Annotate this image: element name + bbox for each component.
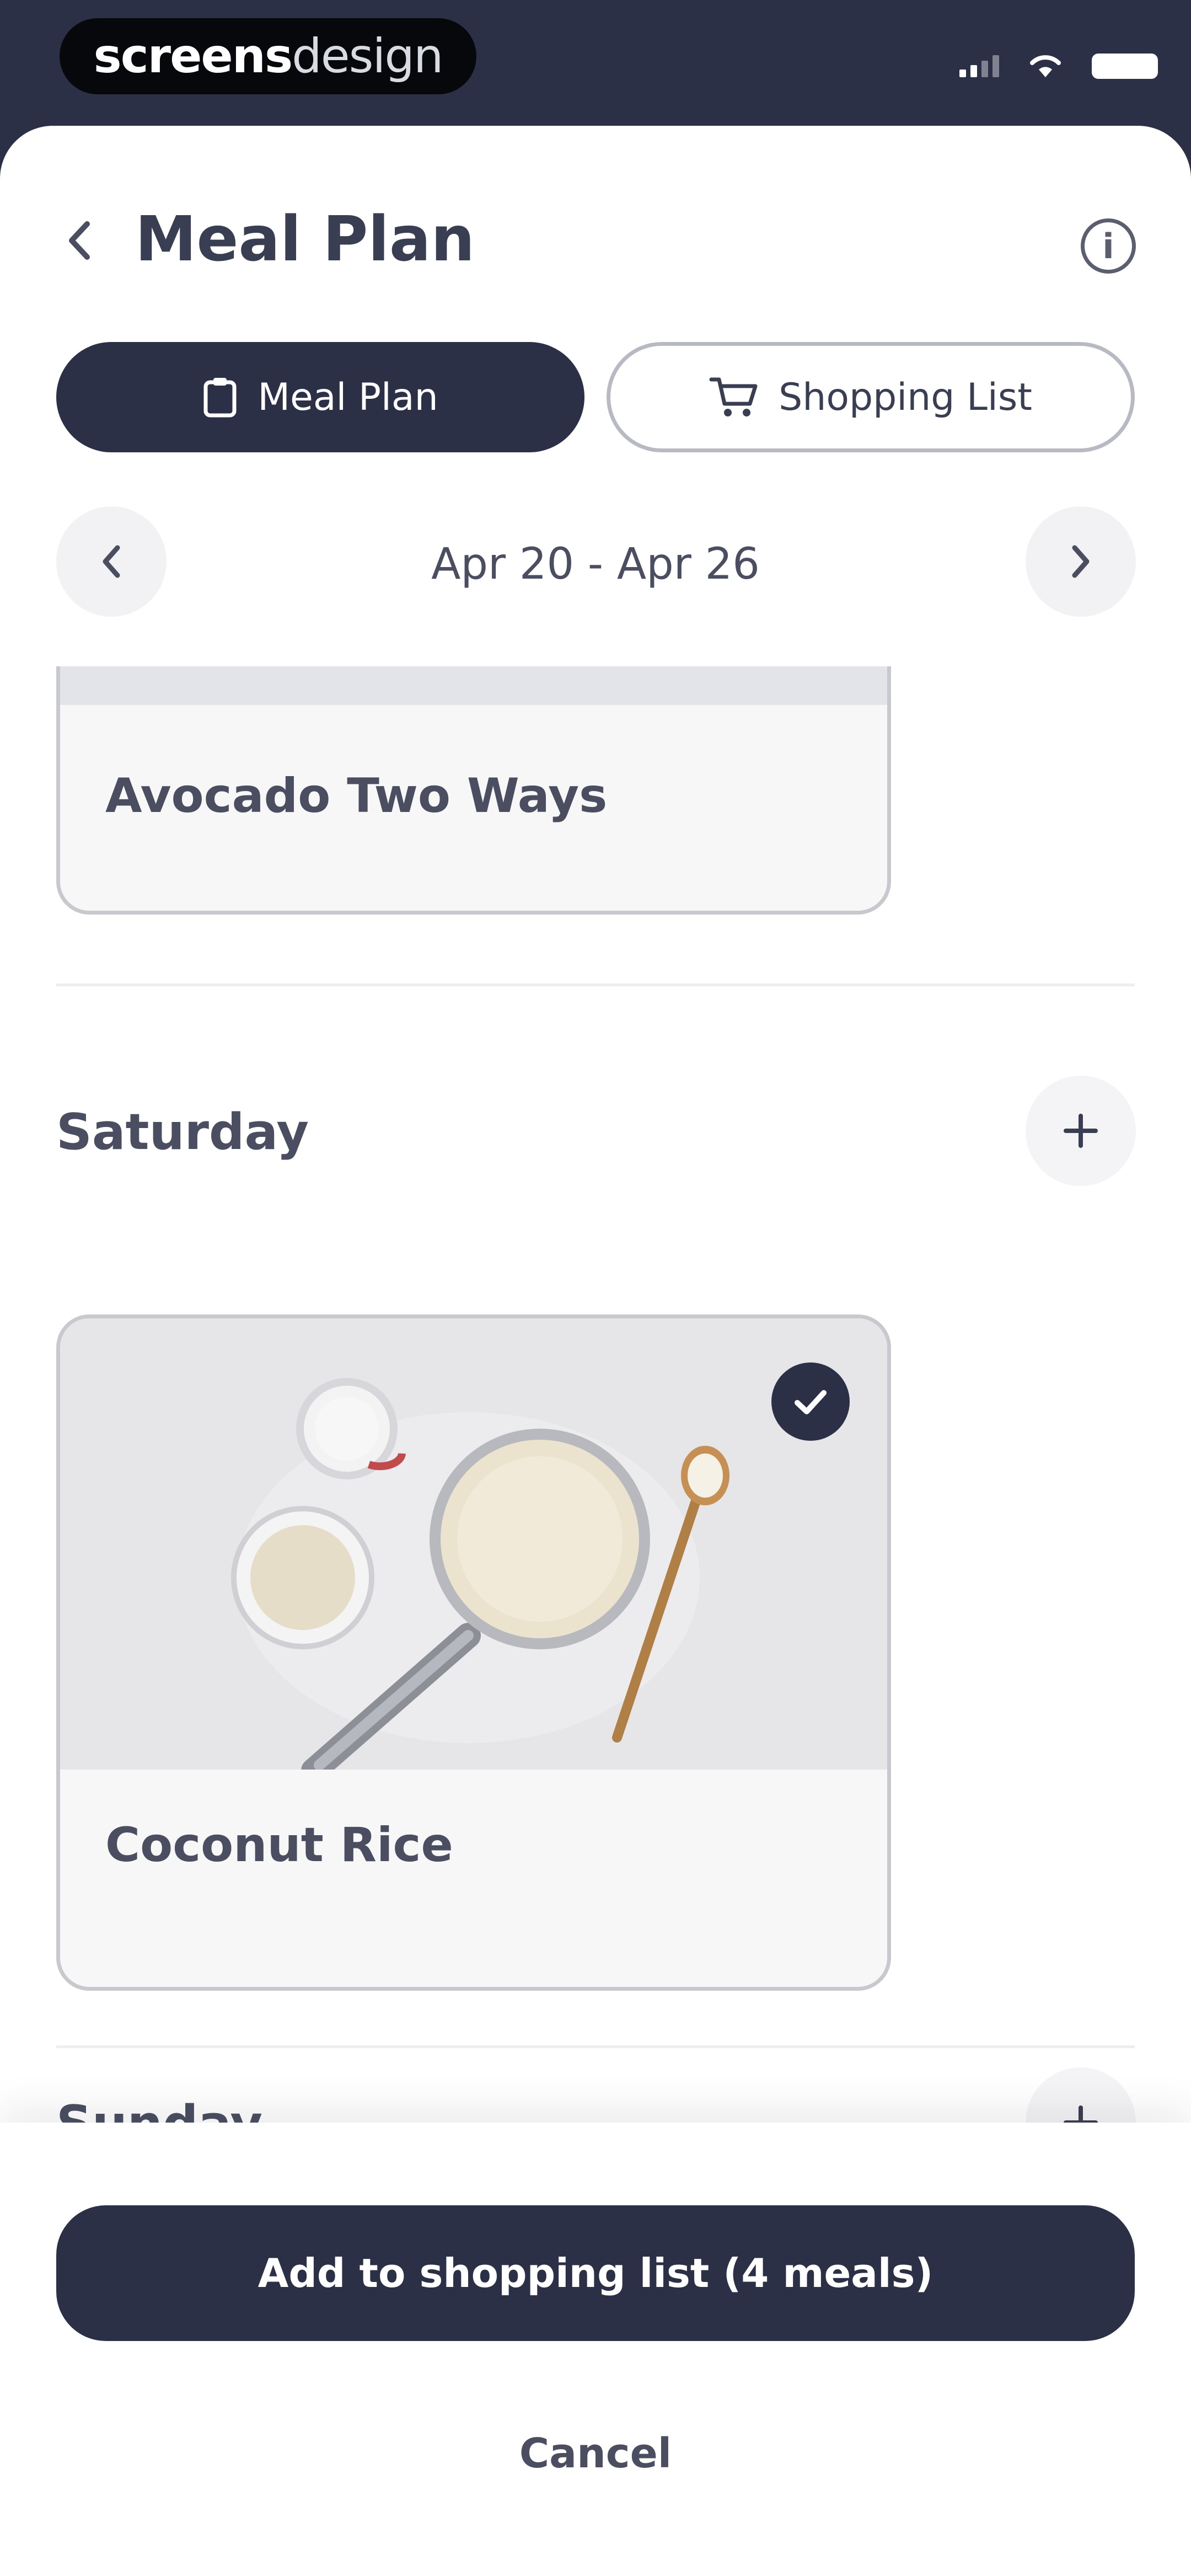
brand-secondary: design [292,29,443,84]
back-button[interactable] [53,214,106,267]
add-meal-saturday-button[interactable] [1026,1076,1136,1186]
tab-meal-plan-label: Meal Plan [257,375,438,419]
page-title: Meal Plan [135,204,475,275]
meal-card-coconut-rice[interactable]: Coconut Rice [56,1314,891,1991]
action-footer: Add to shopping list (4 meals) Cancel [0,2123,1191,2576]
meal-card-title: Avocado Two Ways [105,768,608,824]
add-to-shopping-list-button[interactable]: Add to shopping list (4 meals) [56,2205,1135,2341]
cart-icon [709,377,758,416]
wifi-icon [1030,55,1061,77]
meal-card-image [60,666,887,705]
week-navigator: Apr 20 - Apr 26 [0,506,1191,617]
day-row-saturday: Saturday [0,1076,1191,1186]
week-range-label: Apr 20 - Apr 26 [431,539,760,589]
tab-shopping-list[interactable]: Shopping List [607,342,1135,452]
info-icon: i [1102,226,1114,266]
meal-plan-sheet: Meal Plan i Meal Plan Shopping List Apr … [0,126,1191,2576]
day-row-sunday: Sunday [0,2023,1191,2178]
chevron-right-icon [1072,545,1090,578]
selected-check-badge[interactable] [771,1362,850,1441]
info-button[interactable]: i [1081,218,1136,274]
tab-shopping-list-label: Shopping List [779,375,1032,419]
cancel-button[interactable]: Cancel [430,2409,761,2498]
meal-photo [60,1318,887,1783]
day-divider [56,984,1135,986]
brand-logo: screens design [60,18,476,94]
calendar-icon [203,378,237,418]
battery-icon [1092,54,1158,79]
meal-card-title: Coconut Rice [105,1818,453,1873]
plus-icon [1064,1114,1098,1148]
day-label-saturday: Saturday [56,1103,309,1161]
brand-primary: screens [93,29,293,84]
checkmark-icon [795,1390,827,1414]
tab-meal-plan[interactable]: Meal Plan [56,342,584,452]
coconut-rice-illustration [60,1318,887,1783]
status-icons [959,50,1158,83]
signal-icon [959,55,999,77]
next-week-button[interactable] [1026,506,1136,617]
status-bar: screens design [0,0,1191,132]
meal-card-avocado-two-ways[interactable]: Avocado Two Ways [56,666,891,915]
chevron-left-icon [69,221,90,260]
